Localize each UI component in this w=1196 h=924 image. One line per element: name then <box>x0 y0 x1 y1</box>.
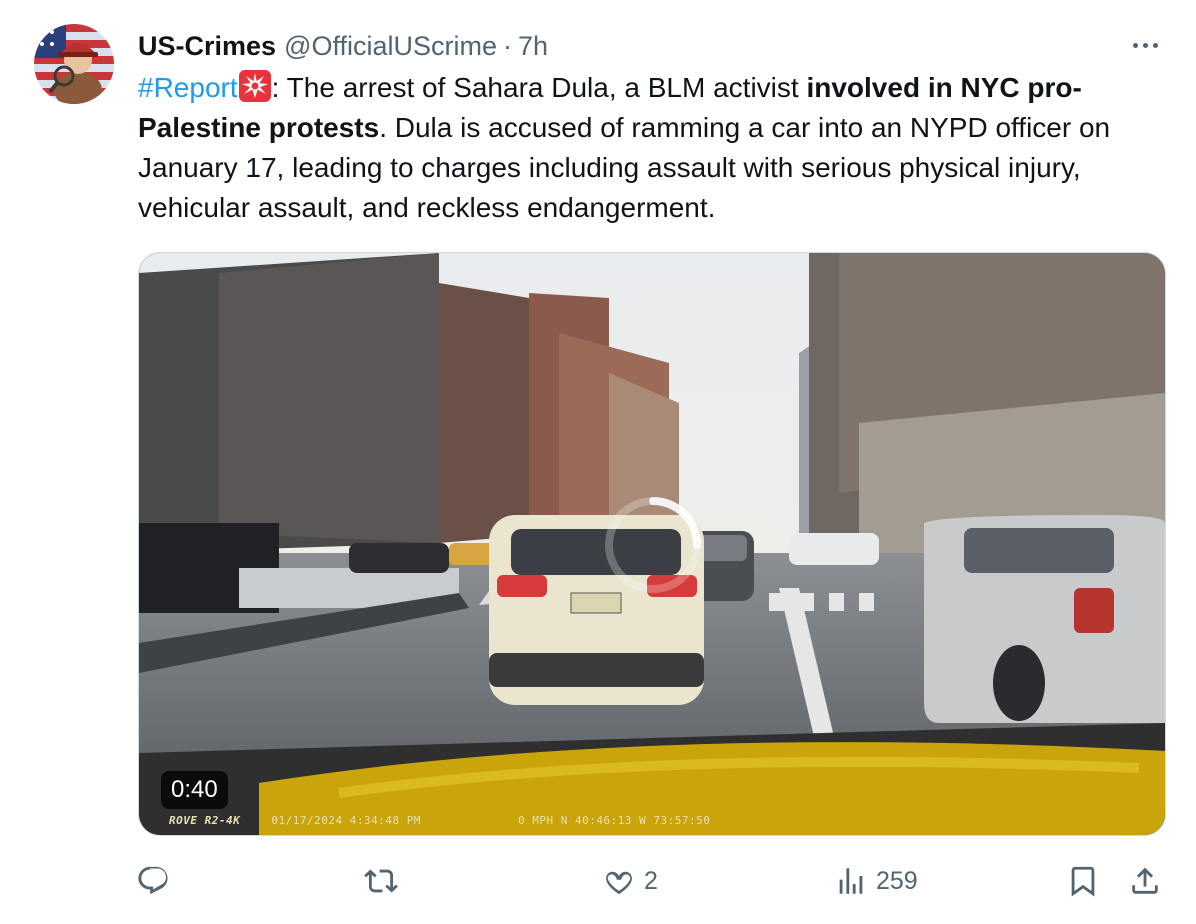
like-button[interactable]: 2 <box>602 856 658 906</box>
reply-icon <box>138 866 168 895</box>
hashtag-link[interactable]: #Report <box>138 72 238 103</box>
more-dot <box>1152 42 1158 48</box>
tweet-card: US-Crimes @OfficialUScrime · 7h #Report:… <box>0 0 1196 924</box>
action-bar: 2 259 <box>0 856 1196 906</box>
heart-icon <box>606 871 632 895</box>
loading-spinner-icon <box>593 485 713 605</box>
views-count: 259 <box>876 866 918 895</box>
tweet-text-part1: : The arrest of Sahara Dula, a BLM activ… <box>271 72 807 103</box>
views-icon <box>839 868 863 894</box>
share-button[interactable] <box>1128 856 1162 906</box>
dashcam-brand: ROVE R2-4K <box>169 814 241 827</box>
author-handle[interactable]: @OfficialUScrime <box>284 31 497 62</box>
bookmark-button[interactable] <box>1066 856 1100 906</box>
tweet-text: #Report : The arrest of Sahara Dula, a BL… <box>138 68 1148 228</box>
more-dot <box>1142 42 1148 48</box>
video-duration-badge: 0:40 <box>161 771 228 809</box>
share-icon <box>1132 867 1158 894</box>
more-dot <box>1132 42 1138 48</box>
video-player[interactable]: 0:40 ROVE R2-4K 01/17/2024 4:34:48 PM 0 … <box>138 252 1166 836</box>
repost-button[interactable] <box>364 856 406 906</box>
dashcam-speed: 0 MPH N 40:46:13 W 73:57:50 <box>518 814 711 827</box>
tweet-header: US-Crimes @OfficialUScrime · 7h <box>138 28 548 64</box>
avatar-image <box>34 24 114 104</box>
like-count: 2 <box>644 866 658 895</box>
repost-icon <box>364 869 398 893</box>
avatar[interactable] <box>34 24 114 104</box>
bookmark-icon <box>1071 866 1095 897</box>
siren-emoji-icon <box>238 70 271 102</box>
views-button[interactable]: 259 <box>834 856 918 906</box>
separator-dot: · <box>503 30 512 61</box>
dashcam-timestamp: 01/17/2024 4:34:48 PM <box>271 814 421 827</box>
post-time[interactable]: 7h <box>518 31 548 62</box>
dashcam-overlay: ROVE R2-4K 01/17/2024 4:34:48 PM 0 MPH N… <box>169 814 710 827</box>
reply-button[interactable] <box>136 856 178 906</box>
more-options-button[interactable] <box>1128 32 1162 58</box>
author-name[interactable]: US-Crimes <box>138 31 276 62</box>
